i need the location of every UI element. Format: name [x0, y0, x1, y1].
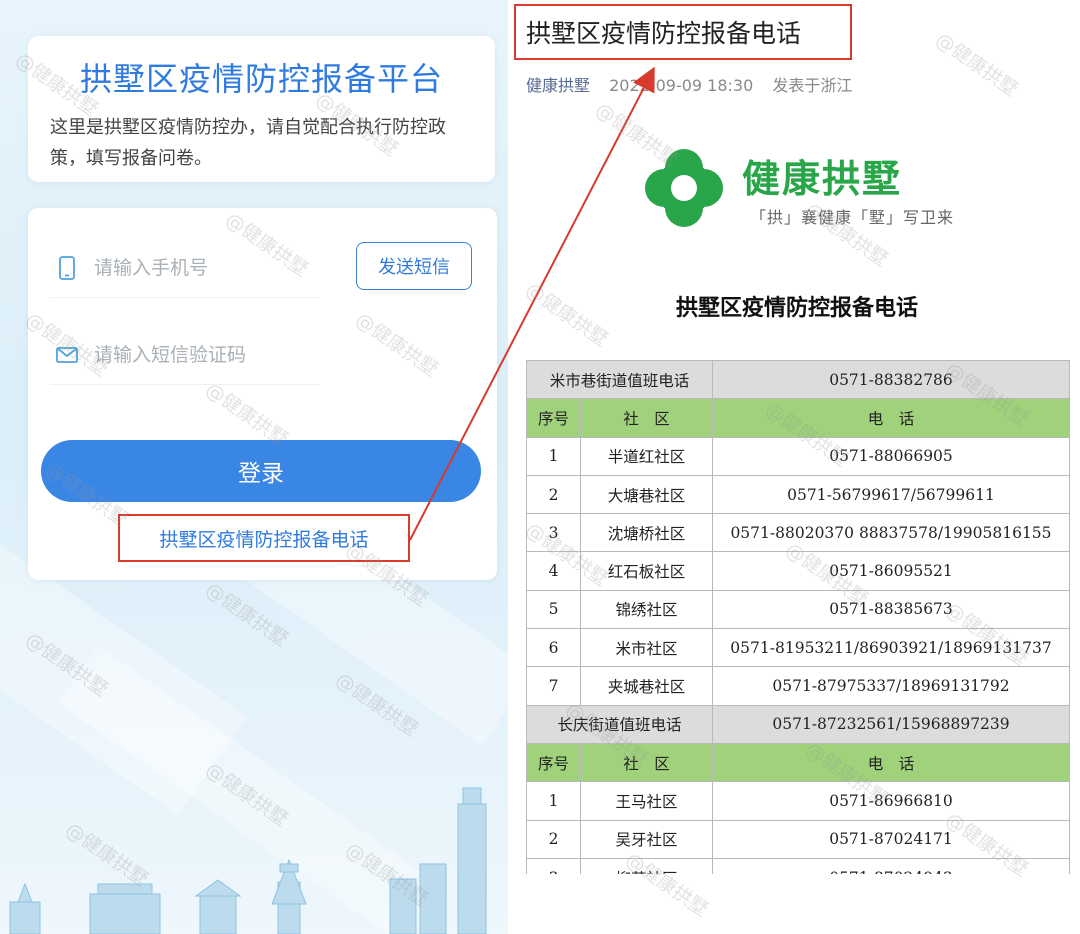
section-name: 长庆街道值班电话	[526, 704, 713, 744]
document-title: 拱墅区疫情防控报备电话	[675, 296, 918, 321]
row-no: 7	[526, 666, 581, 706]
row-community: 王马社区	[580, 781, 713, 821]
phone-icon	[59, 256, 75, 280]
login-button[interactable]: 登录	[41, 440, 481, 502]
sms-code-input[interactable]	[94, 339, 314, 371]
phone-field	[50, 238, 320, 298]
row-no: 2	[526, 474, 581, 515]
screenshot-crop-edge	[514, 874, 1080, 934]
row-phone: 0571-87024171	[712, 819, 1070, 859]
login-form: 发送短信 登录 拱墅区疫情防控报备电话	[28, 208, 497, 580]
row-no: 6	[526, 628, 581, 668]
table-row: 6 米市社区 0571-81953211/86903921/1896913173…	[526, 628, 1070, 668]
header-community: 社 区	[580, 398, 713, 438]
row-phone: 0571-88066905	[712, 436, 1070, 476]
row-phone: 0571-81953211/86903921/18969131737	[712, 628, 1070, 668]
row-community: 米市社区	[580, 628, 713, 668]
row-no: 1	[526, 436, 581, 476]
table-header-row: 序号 社 区 电 话	[526, 742, 1070, 783]
row-phone: 0571-88020370 88837578/19905816155	[712, 513, 1070, 553]
section-row: 米市巷街道值班电话 0571-88382786	[526, 359, 1070, 400]
table-row: 7 夹城巷社区 0571-87975337/18969131792	[526, 666, 1070, 706]
row-no: 1	[526, 781, 581, 821]
row-phone: 0571-88385673	[712, 589, 1070, 630]
section-phone: 0571-87232561/15968897239	[712, 704, 1070, 744]
row-community: 红石板社区	[580, 551, 713, 591]
article-title: 拱墅区疫情防控报备电话	[514, 4, 852, 60]
section-name: 米市巷街道值班电话	[526, 359, 713, 400]
city-skyline-illustration	[9, 787, 487, 934]
hotline-table: 米市巷街道值班电话 0571-88382786 序号 社 区 电 话 1 半道红…	[526, 359, 1070, 898]
section-phone: 0571-88382786	[712, 359, 1070, 400]
platform-description: 这里是拱墅区疫情防控办，请自觉配合执行防控政策，填写报备问卷。	[50, 117, 446, 169]
header-phone: 电 话	[712, 398, 1070, 438]
mail-icon	[56, 347, 78, 363]
row-community: 锦绣社区	[580, 589, 713, 630]
account-logo: 健康拱墅 「拱」襄健康「墅」写卫来	[644, 148, 954, 234]
login-screen: 拱墅区疫情防控报备平台 这里是拱墅区疫情防控办，请自觉配合执行防控政策，填写报备…	[0, 0, 508, 934]
row-no: 2	[526, 819, 581, 859]
row-phone: 0571-56799617/56799611	[712, 474, 1070, 515]
row-community: 夹城巷社区	[580, 666, 713, 706]
header-no: 序号	[526, 398, 581, 438]
article-meta: 健康拱墅 2022-09-09 18:30 发表于浙江	[526, 72, 852, 96]
section-row: 长庆街道值班电话 0571-87232561/15968897239	[526, 704, 1070, 744]
row-community: 大塘巷社区	[580, 474, 713, 515]
phone-input[interactable]	[94, 252, 314, 284]
header-phone: 电 话	[712, 742, 1070, 783]
row-phone: 0571-86095521	[712, 551, 1070, 591]
platform-title: 拱墅区疫情防控报备平台	[79, 60, 443, 98]
table-header-row: 序号 社 区 电 话	[526, 398, 1070, 438]
article-location: 发表于浙江	[772, 76, 853, 95]
row-community: 半道红社区	[580, 436, 713, 476]
table-row: 5 锦绣社区 0571-88385673	[526, 589, 1070, 630]
platform-title-card: 拱墅区疫情防控报备平台 这里是拱墅区疫情防控办，请自觉配合执行防控政策，填写报备…	[28, 36, 495, 182]
send-sms-button[interactable]: 发送短信	[356, 242, 472, 290]
table-row: 1 王马社区 0571-86966810	[526, 781, 1070, 821]
row-no: 3	[526, 513, 581, 553]
logo-slogan: 「拱」襄健康「墅」写卫来	[750, 208, 955, 227]
table-row: 2 大塘巷社区 0571-56799617/56799611	[526, 474, 1070, 515]
article-author[interactable]: 健康拱墅	[526, 76, 590, 95]
article-screen: 拱墅区疫情防控报备电话 健康拱墅 2022-09-09 18:30 发表于浙江 …	[514, 0, 1080, 934]
hotline-link[interactable]: 拱墅区疫情防控报备电话	[118, 514, 410, 562]
logo-name: 健康拱墅	[742, 157, 903, 201]
header-community: 社 区	[580, 742, 713, 783]
row-community: 吴牙社区	[580, 819, 713, 859]
row-no: 4	[526, 551, 581, 591]
header-no: 序号	[526, 742, 581, 783]
table-row: 2 吴牙社区 0571-87024171	[526, 819, 1070, 859]
article-datetime: 2022-09-09 18:30	[609, 76, 754, 95]
row-phone: 0571-87975337/18969131792	[712, 666, 1070, 706]
table-row: 3 沈塘桥社区 0571-88020370 88837578/199058161…	[526, 513, 1070, 553]
table-row: 4 红石板社区 0571-86095521	[526, 551, 1070, 591]
logo-flower-icon	[645, 149, 723, 227]
row-community: 沈塘桥社区	[580, 513, 713, 553]
row-phone: 0571-86966810	[712, 781, 1070, 821]
table-row: 1 半道红社区 0571-88066905	[526, 436, 1070, 476]
row-no: 5	[526, 589, 581, 630]
sms-code-field	[50, 325, 320, 385]
